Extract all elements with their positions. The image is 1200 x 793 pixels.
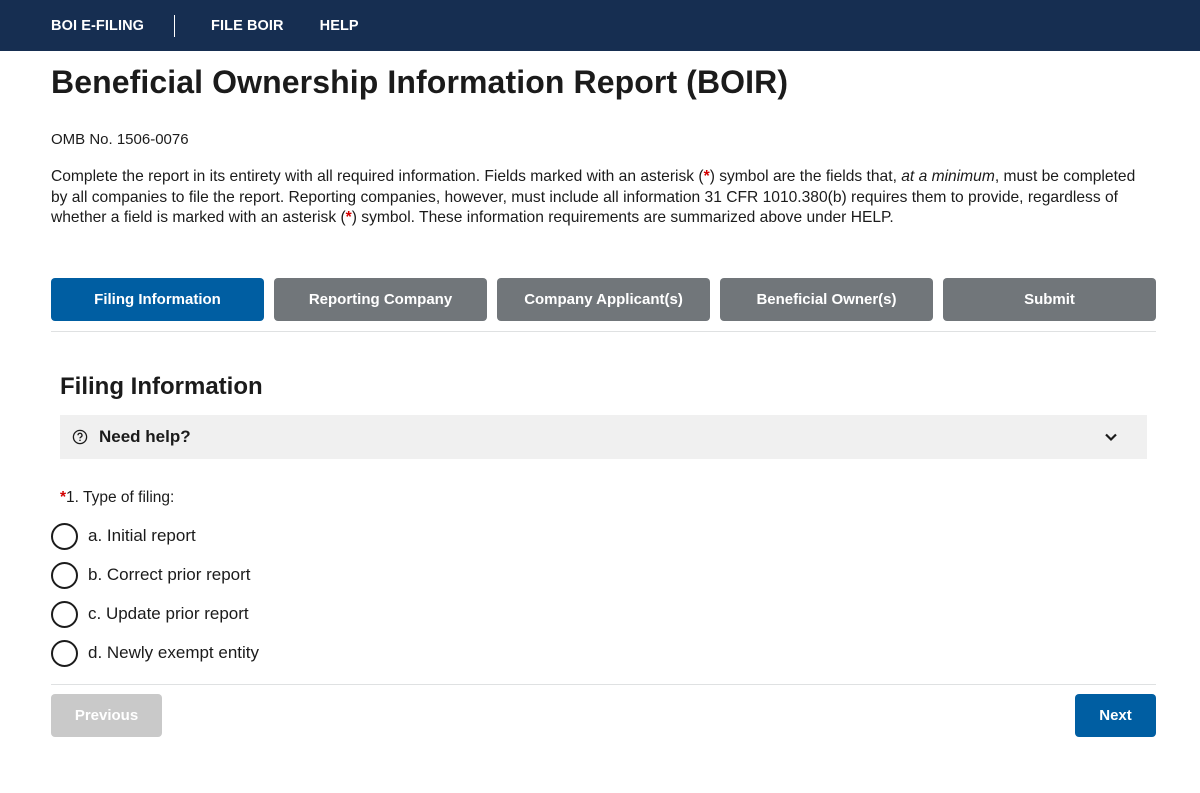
intro-text: Complete the report in its entirety with… — [51, 168, 704, 185]
nav-help-link[interactable]: HELP — [320, 18, 359, 34]
nav-divider — [174, 14, 176, 37]
type-of-filing-options: a. Initial report b. Correct prior repor… — [51, 517, 1156, 673]
radio-button[interactable] — [51, 561, 78, 589]
radio-button[interactable] — [51, 639, 78, 667]
help-circle-icon — [72, 429, 88, 445]
footer-divider — [51, 683, 1156, 685]
step-filing-information[interactable]: Filing Information — [51, 277, 264, 321]
step-beneficial-owners[interactable]: Beneficial Owner(s) — [720, 277, 933, 321]
nav-file-boir-link[interactable]: FILE BOIR — [211, 18, 284, 34]
radio-label: c. Update prior report — [88, 604, 249, 623]
next-button[interactable]: Next — [1075, 693, 1156, 737]
need-help-label: Need help? — [99, 426, 191, 446]
intro-text: ) symbol are the fields that, — [709, 168, 902, 185]
section-title: Filing Information — [60, 372, 263, 400]
radio-button[interactable] — [51, 522, 78, 550]
radio-label: d. Newly exempt entity — [88, 643, 260, 662]
nav-brand-link[interactable]: BOI E-FILING — [51, 18, 144, 34]
type-of-filing-fieldset: *1. Type of filing: a. Initial report b.… — [51, 459, 1156, 673]
question-text: 1. Type of filing: — [66, 488, 175, 506]
omb-number: OMB No. 1506-0076 — [51, 131, 189, 148]
steps-divider — [51, 330, 1156, 332]
top-navigation: BOI E-FILING FILE BOIR HELP — [0, 0, 1200, 51]
radio-label: b. Correct prior report — [88, 565, 251, 584]
radio-label: a. Initial report — [88, 526, 196, 545]
step-navigation: Filing Information Reporting Company Com… — [51, 277, 1156, 321]
type-of-filing-label: *1. Type of filing: — [60, 489, 1156, 507]
radio-button[interactable] — [51, 600, 78, 628]
intro-text: ) symbol. These information requirements… — [351, 209, 894, 226]
need-help-accordion[interactable]: Need help? — [60, 414, 1147, 459]
radio-initial-report[interactable]: a. Initial report — [51, 517, 1156, 556]
radio-update-prior-report[interactable]: c. Update prior report — [51, 595, 1156, 634]
page-title: Beneficial Ownership Information Report … — [51, 64, 789, 100]
intro-paragraph: Complete the report in its entirety with… — [51, 167, 1156, 229]
previous-button[interactable]: Previous — [51, 693, 162, 737]
step-company-applicants[interactable]: Company Applicant(s) — [497, 277, 710, 321]
intro-emphasis: at a minimum — [901, 168, 995, 185]
radio-correct-prior-report[interactable]: b. Correct prior report — [51, 556, 1156, 595]
chevron-down-icon — [1103, 429, 1119, 445]
step-submit[interactable]: Submit — [943, 277, 1156, 321]
step-reporting-company[interactable]: Reporting Company — [274, 277, 487, 321]
main-content: Beneficial Ownership Information Report … — [0, 64, 1200, 737]
form-footer: Previous Next — [51, 693, 1156, 737]
radio-newly-exempt-entity[interactable]: d. Newly exempt entity — [51, 634, 1156, 673]
filing-information-section: Filing Information Need help? *1. Type o… — [51, 373, 1156, 673]
